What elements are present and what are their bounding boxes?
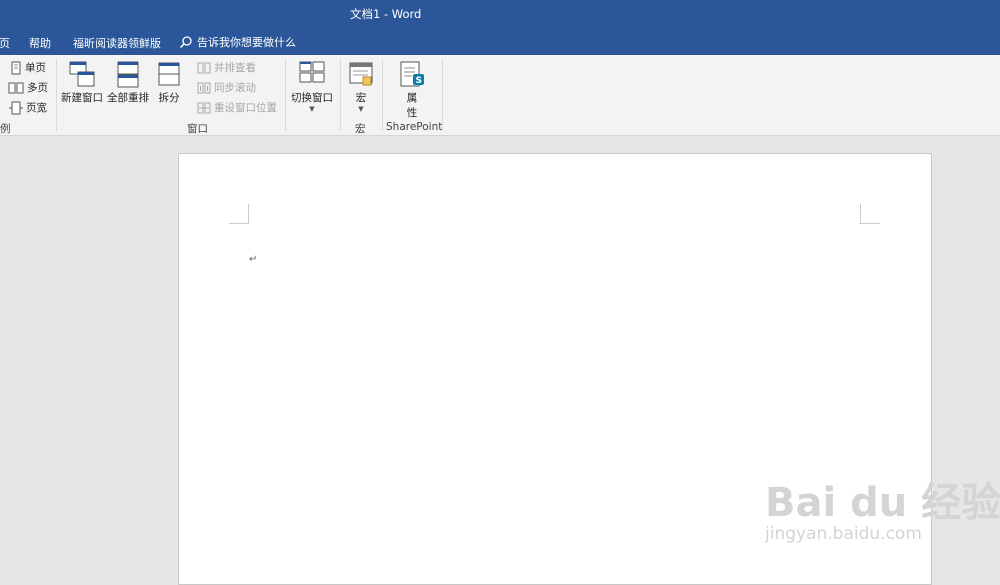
single-page-button[interactable]: 单页 xyxy=(10,60,46,75)
properties-button[interactable]: S 属 性 xyxy=(397,60,427,120)
macros-label: 宏 xyxy=(355,92,367,104)
new-window-icon xyxy=(69,61,95,87)
margin-corner-top-left xyxy=(229,204,249,224)
single-page-icon xyxy=(11,61,21,74)
tell-me-search[interactable]: 告诉我你想要做什么 xyxy=(179,34,296,50)
search-icon xyxy=(179,36,192,49)
menu-bar: 页 帮助 福昕阅读器领鲜版 告诉我你想要做什么 xyxy=(0,27,1000,55)
split-icon xyxy=(158,62,180,86)
group-separator xyxy=(56,59,57,131)
sharepoint-group-label: SharePoint xyxy=(386,121,443,133)
sync-scroll-icon xyxy=(197,82,211,93)
ribbon: 单页 多页 页宽 例 新建窗口 全部重排 拆分 并排查看 同步滚动 重设窗口位置… xyxy=(0,55,1000,136)
group-separator xyxy=(382,59,383,131)
sharepoint-properties-icon: S xyxy=(400,61,424,87)
sync-scroll-label: 同步滚动 xyxy=(214,82,256,94)
multi-page-label: 多页 xyxy=(27,82,48,94)
tell-me-text: 告诉我你想要做什么 xyxy=(197,36,296,49)
svg-text:S: S xyxy=(416,76,422,86)
split-label: 拆分 xyxy=(158,92,180,104)
title-bar: 文档1 - Word xyxy=(0,0,1000,27)
margin-corner-top-right xyxy=(860,204,880,224)
new-window-button[interactable]: 新建窗口 xyxy=(60,60,104,105)
multi-page-button[interactable]: 多页 xyxy=(8,80,48,95)
sync-scroll-button[interactable]: 同步滚动 xyxy=(197,80,256,95)
arrange-all-icon xyxy=(117,61,139,88)
group-separator xyxy=(285,59,286,131)
tab-view[interactable]: 页 xyxy=(0,35,10,51)
window-title: 文档1 - Word xyxy=(350,7,422,21)
macros-group-label: 宏 xyxy=(355,123,366,135)
zoom-group-label: 例 xyxy=(0,123,11,135)
arrange-all-button[interactable]: 全部重排 xyxy=(106,60,150,105)
new-window-label: 新建窗口 xyxy=(61,92,103,104)
arrange-all-label: 全部重排 xyxy=(107,92,149,104)
tab-help[interactable]: 帮助 xyxy=(29,35,51,51)
group-separator xyxy=(340,59,341,131)
reset-window-position-label: 重设窗口位置 xyxy=(214,102,277,114)
switch-windows-icon xyxy=(299,61,325,83)
switch-windows-button[interactable]: 切换窗口 ▼ xyxy=(290,60,334,113)
split-button[interactable]: 拆分 xyxy=(154,60,184,105)
group-separator xyxy=(442,59,443,131)
reset-window-position-icon xyxy=(197,102,211,113)
chevron-down-icon: ▼ xyxy=(309,105,315,113)
properties-label-line2: 性 xyxy=(406,107,418,119)
side-by-side-button[interactable]: 并排查看 xyxy=(197,60,256,75)
tab-foxit-reader[interactable]: 福昕阅读器领鲜版 xyxy=(73,35,161,51)
properties-label-line1: 属 xyxy=(406,92,418,104)
multi-page-icon xyxy=(8,82,24,93)
switch-windows-label: 切换窗口 xyxy=(291,92,333,104)
baidu-watermark: Bai du 经验 jingyan.baidu.com xyxy=(765,470,1000,544)
side-by-side-icon xyxy=(197,62,211,73)
single-page-label: 单页 xyxy=(25,62,46,74)
side-by-side-label: 并排查看 xyxy=(214,62,256,74)
page-width-label: 页宽 xyxy=(26,102,47,114)
page-width-icon xyxy=(9,101,23,114)
reset-window-position-button[interactable]: 重设窗口位置 xyxy=(197,100,277,115)
macros-button[interactable]: 宏 ▼ xyxy=(346,60,376,113)
paragraph-mark: ↵ xyxy=(249,254,258,265)
chevron-down-icon: ▼ xyxy=(358,105,364,113)
page-width-button[interactable]: 页宽 xyxy=(9,100,47,115)
watermark-logo-text: Bai du 经验 xyxy=(765,480,1000,526)
macros-icon xyxy=(349,62,373,86)
window-group-label: 窗口 xyxy=(187,123,208,135)
